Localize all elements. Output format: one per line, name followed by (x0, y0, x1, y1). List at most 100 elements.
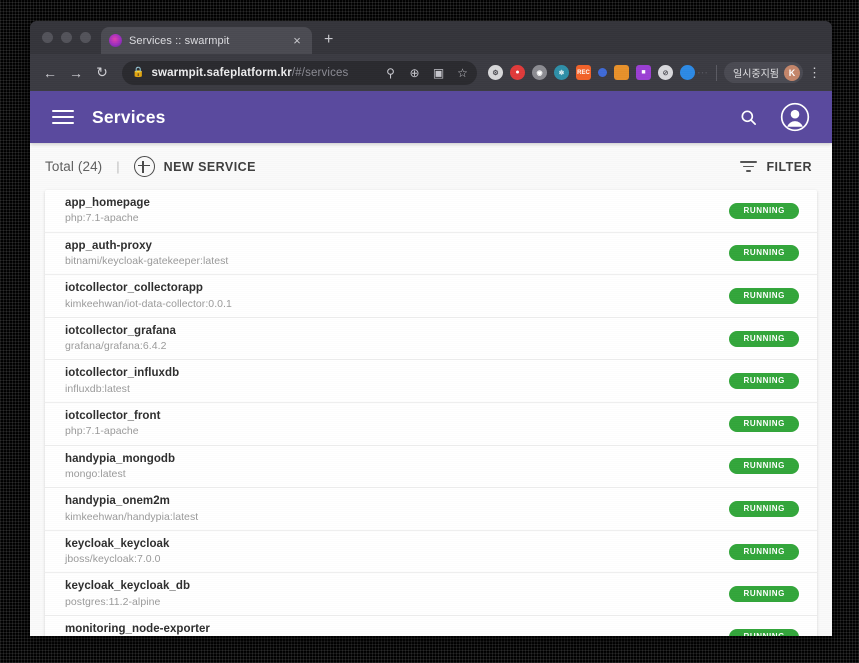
service-row[interactable]: handypia_mongodb mongo:latest RUNNING (45, 446, 817, 489)
service-row-text: iotcollector_influxdb influxdb:latest (65, 366, 729, 396)
service-name: iotcollector_collectorapp (65, 282, 204, 295)
service-image: influxdb:latest (65, 382, 130, 395)
service-image: php:7.1-apache (65, 212, 139, 225)
status-badge: RUNNING (729, 458, 799, 475)
toolbar-separator: | (116, 159, 120, 174)
toolbar-divider (716, 64, 717, 81)
maximize-window-button[interactable] (80, 32, 91, 43)
orange-extension-icon[interactable] (614, 65, 629, 80)
address-bar-url: swarmpit.safeplatform.kr/#/services (151, 67, 375, 79)
service-row[interactable]: iotcollector_grafana grafana/grafana:6.4.… (45, 318, 817, 361)
service-name: iotcollector_grafana (65, 324, 176, 337)
avatar: K (784, 64, 800, 81)
status-badge: RUNNING (729, 415, 799, 432)
services-list: app_homepage php:7.1-apache RUNNING app_aut… (45, 190, 817, 636)
rec-extension-icon[interactable]: REC (576, 65, 591, 80)
new-service-button[interactable]: NEW SERVICE (133, 156, 256, 177)
service-row-text: handypia_mongodb mongo:latest (65, 452, 729, 482)
translate-icon[interactable]: ▣ (430, 64, 447, 81)
browser-tab[interactable]: Services :: swarmpit × (101, 27, 312, 54)
react-devtools-icon[interactable]: ⚛ (554, 65, 569, 80)
service-name: app_auth-proxy (65, 239, 152, 252)
status-badge: RUNNING (729, 373, 799, 390)
close-window-button[interactable] (42, 32, 53, 43)
forward-button[interactable]: → (64, 61, 88, 85)
service-row-text: monitoring_node-exporterruanbekker/node-… (65, 622, 729, 636)
service-name: handypia_mongodb (65, 452, 176, 465)
service-row[interactable]: monitoring_node-exporterruanbekker/node-… (45, 616, 817, 636)
total-count-label: Total (24) (45, 159, 103, 174)
service-name: keycloak_keycloak (65, 537, 170, 550)
swarmpit-favicon-icon (109, 34, 122, 47)
url-host: swarmpit.safeplatform.kr (151, 66, 292, 79)
service-name: keycloak_keycloak_db (65, 580, 191, 593)
service-image: kimkeehwan/handypia:latest (65, 510, 199, 523)
service-row[interactable]: app_homepage php:7.1-apache RUNNING (45, 190, 817, 233)
back-button[interactable]: ← (38, 61, 62, 85)
service-row-text: keycloak_keycloak jboss/keycloak:7.0.0 (65, 537, 729, 567)
service-row-text: iotcollector_collectorapp kimkeehwan/iot-… (65, 281, 729, 311)
filter-icon (740, 160, 758, 173)
url-path: /#/services (291, 66, 349, 79)
kebab-menu-icon[interactable]: ⋮ (805, 66, 824, 79)
service-row[interactable]: iotcollector_front php:7.1-apache RUNNING (45, 403, 817, 446)
account-circle-icon[interactable] (779, 102, 810, 133)
service-name: monitoring_node-exporter (65, 623, 210, 636)
person-extension-icon[interactable]: ◉ (532, 65, 547, 80)
service-row-text: app_auth-proxy bitnami/keycloak-gatekeepe… (65, 239, 729, 269)
add-to-desktop-icon[interactable]: ⊕ (406, 64, 423, 81)
service-name: iotcollector_front (65, 409, 161, 422)
reload-button[interactable]: ↻ (90, 61, 114, 85)
new-service-label: NEW SERVICE (163, 159, 256, 174)
service-row-text: keycloak_keycloak_db postgres:11.2-alpine (65, 579, 729, 609)
status-badge: RUNNING (729, 500, 799, 517)
status-badge: RUNNING (729, 330, 799, 347)
purple-extension-icon[interactable]: ■ (636, 65, 651, 80)
service-name: app_homepage (65, 196, 150, 209)
page-title: Services (92, 106, 166, 127)
profile-chip[interactable]: 일시중지됨 K (724, 62, 803, 83)
blue-dot-extension-icon[interactable] (598, 68, 607, 77)
bookmark-star-icon[interactable]: ☆ (454, 64, 471, 81)
hamburger-menu-icon[interactable] (52, 110, 74, 124)
minimize-window-button[interactable] (61, 32, 72, 43)
status-badge: RUNNING (729, 245, 799, 262)
profile-status-label: 일시중지됨 (733, 69, 779, 80)
page-toolbar: Total (24) | NEW SERVICE FILTER (30, 143, 832, 190)
status-badge: RUNNING (729, 202, 799, 219)
status-badge: RUNNING (729, 287, 799, 304)
plus-circle-icon (133, 156, 155, 177)
filter-label: FILTER (766, 159, 812, 174)
service-image: php:7.1-apache (65, 425, 139, 438)
service-image: bitnami/keycloak-gatekeeper:latest (65, 255, 229, 268)
service-row-text: handypia_onem2m kimkeehwan/handypia:lates… (65, 494, 729, 524)
service-row[interactable]: iotcollector_influxdb influxdb:latest RUNN… (45, 360, 817, 403)
service-image: kimkeehwan/iot-data-collector:0.0.1 (65, 297, 232, 310)
service-row[interactable]: app_auth-proxy bitnami/keycloak-gatekeepe… (45, 233, 817, 276)
lock-icon: 🔒 (132, 67, 145, 78)
status-badge: RUNNING (729, 629, 799, 636)
key-icon[interactable]: ⚲ (382, 64, 399, 81)
filter-button[interactable]: FILTER (740, 160, 812, 174)
service-row[interactable]: iotcollector_collectorapp kimkeehwan/iot-… (45, 275, 817, 318)
blue-circle-extension-icon[interactable] (680, 65, 695, 80)
window-controls (38, 21, 101, 54)
service-row[interactable]: keycloak_keycloak_db postgres:11.2-alpine… (45, 573, 817, 616)
gear-extension-icon[interactable]: ⚙ (488, 65, 503, 80)
address-bar[interactable]: 🔒 swarmpit.safeplatform.kr/#/services ⚲ … (122, 60, 477, 85)
service-image: jboss/keycloak:7.0.0 (65, 553, 161, 566)
search-icon[interactable] (735, 104, 761, 130)
service-name: iotcollector_influxdb (65, 367, 180, 380)
status-badge: RUNNING (729, 543, 799, 560)
service-row-text: iotcollector_grafana grafana/grafana:6.4.… (65, 324, 729, 354)
service-row-text: app_homepage php:7.1-apache (65, 196, 729, 226)
close-tab-icon[interactable]: × (290, 34, 304, 47)
block-extension-icon[interactable]: ⊘ (658, 65, 673, 80)
browser-toolbar: ← → ↻ 🔒 swarmpit.safeplatform.kr/#/servi… (30, 54, 832, 91)
browser-window: Services :: swarmpit × + ← → ↻ 🔒 swarmpi… (30, 21, 832, 636)
new-tab-button[interactable]: + (324, 32, 333, 48)
page-viewport: Services Total (24) | NEW SERVICE FILTER… (30, 91, 832, 636)
service-row[interactable]: keycloak_keycloak jboss/keycloak:7.0.0 RUN… (45, 531, 817, 574)
record-extension-icon[interactable]: ● (510, 65, 525, 80)
service-row[interactable]: handypia_onem2m kimkeehwan/handypia:lates… (45, 488, 817, 531)
